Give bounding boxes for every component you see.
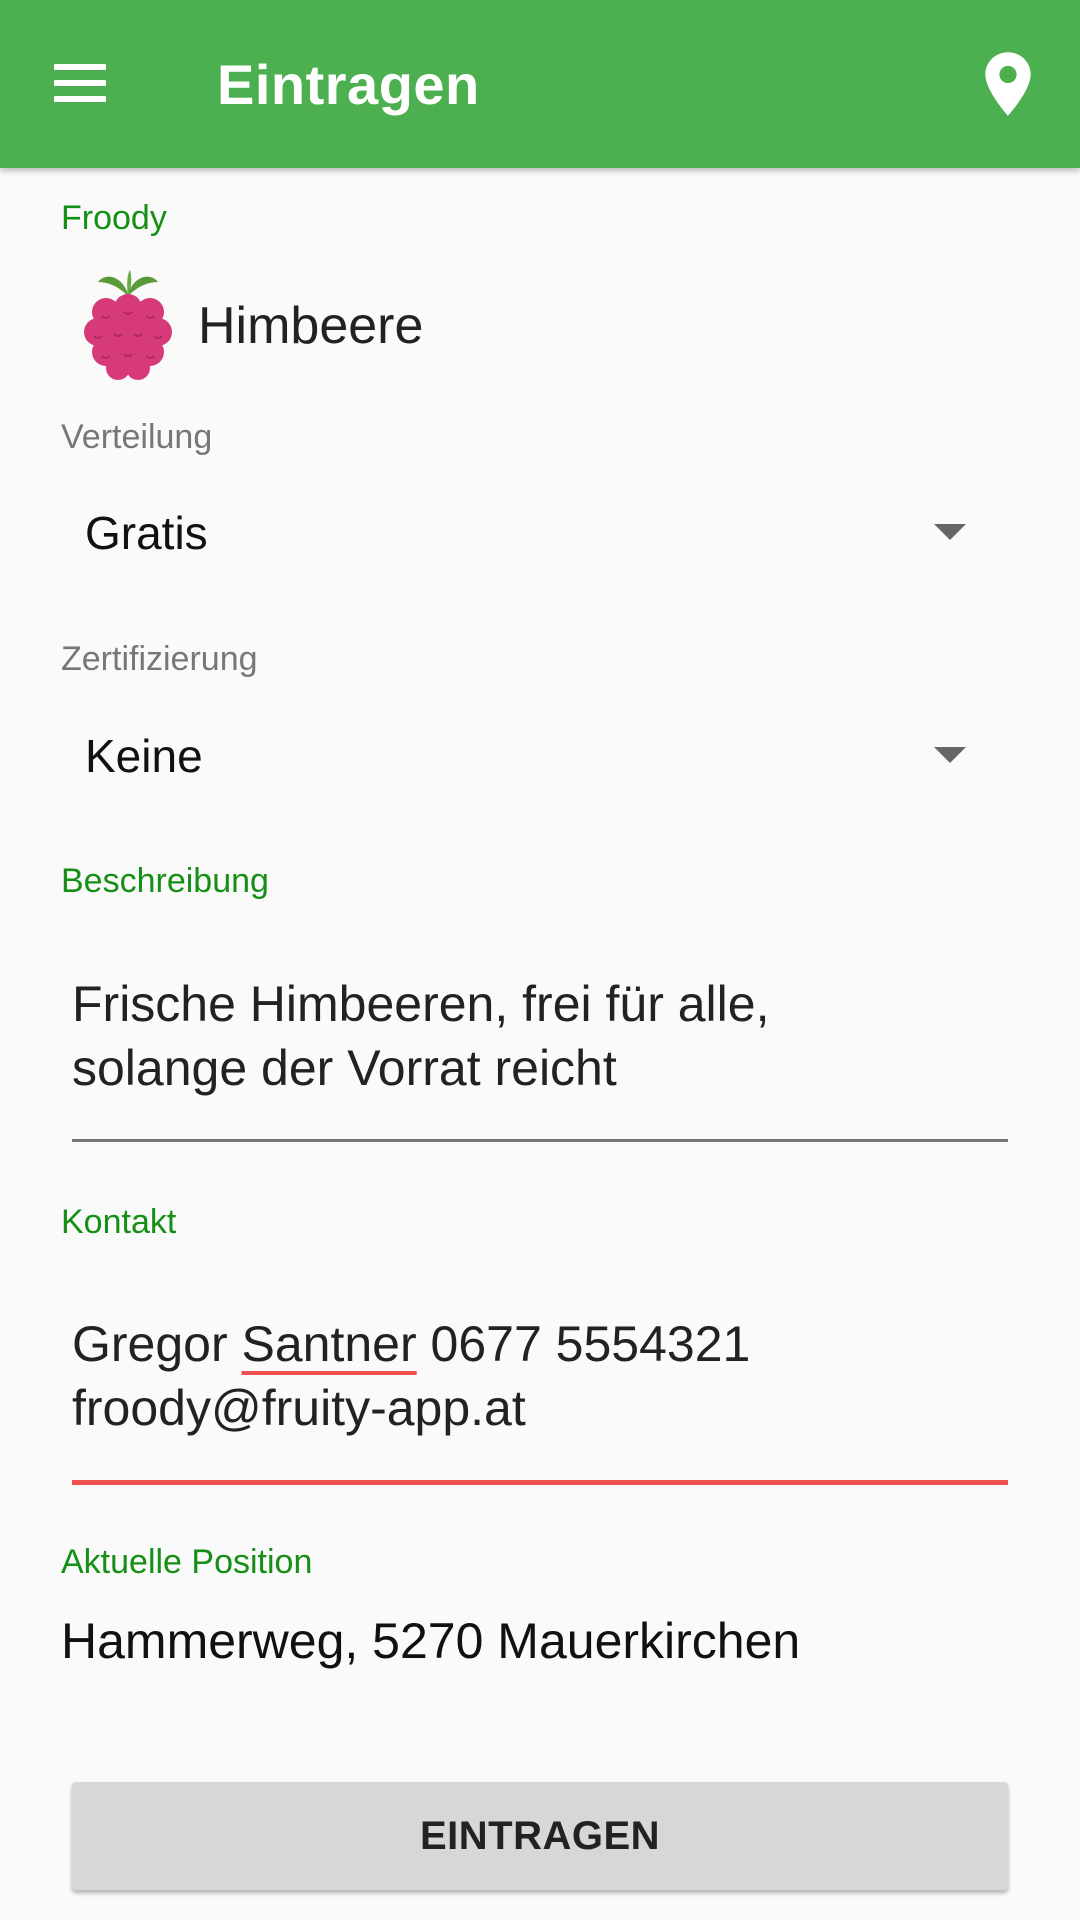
- description-label: Beschreibung: [61, 862, 269, 900]
- contact-label: Kontakt: [61, 1203, 177, 1241]
- contact-underline: [72, 1480, 1008, 1485]
- contact-field[interactable]: Gregor Santner 0677 5554321 froody@fruit…: [72, 1312, 1008, 1440]
- map-pin-icon[interactable]: [980, 50, 1036, 118]
- description-line: solange der Vorrat reicht: [72, 1040, 617, 1096]
- page-title: Eintragen: [217, 53, 480, 116]
- submit-button[interactable]: EINTRAGEN: [72, 1782, 1008, 1890]
- contact-text: Gregor: [72, 1316, 242, 1372]
- distribution-dropdown[interactable]: Gratis: [62, 484, 992, 584]
- distribution-value: Gratis: [85, 507, 208, 559]
- certification-label: Zertifizierung: [61, 640, 258, 678]
- position-value: Hammerweg, 5270 Mauerkirchen: [61, 1613, 801, 1669]
- certification-value: Keine: [85, 730, 203, 782]
- raspberry-icon: [84, 270, 172, 380]
- misspelled-word: Santner: [241, 1316, 417, 1372]
- contact-line: Gregor Santner 0677 5554321: [72, 1312, 1008, 1376]
- contact-text: 0677 5554321: [416, 1316, 751, 1372]
- description-underline: [72, 1139, 1008, 1142]
- dropdown-arrow-icon: [934, 747, 966, 763]
- dropdown-arrow-icon: [934, 524, 966, 540]
- contact-line: froody@fruity-app.at: [72, 1380, 526, 1436]
- app-bar: Eintragen: [0, 0, 1080, 168]
- fruit-name: Himbeere: [198, 297, 424, 355]
- position-label: Aktuelle Position: [61, 1543, 313, 1581]
- description-field[interactable]: Frische Himbeeren, frei für alle, solang…: [72, 972, 1008, 1100]
- description-line: Frische Himbeeren, frei für alle,: [72, 976, 770, 1032]
- froody-label: Froody: [61, 199, 167, 237]
- certification-dropdown[interactable]: Keine: [62, 707, 992, 807]
- hamburger-menu-icon[interactable]: [50, 60, 112, 106]
- distribution-label: Verteilung: [61, 418, 213, 456]
